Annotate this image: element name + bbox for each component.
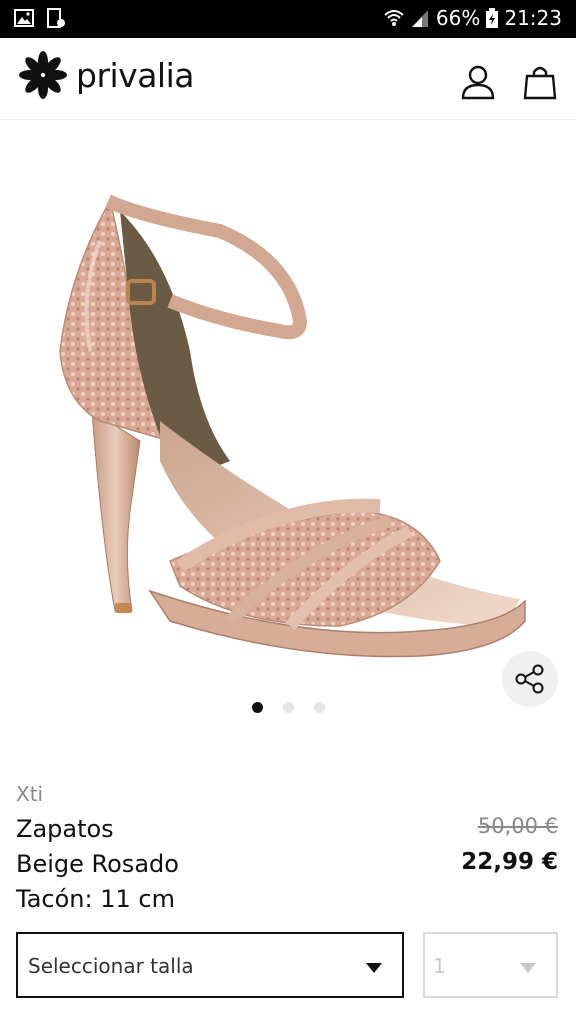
privalia-flower-logo — [19, 51, 67, 99]
sale-price: 22,99 € — [461, 849, 558, 875]
screenshot-icon — [47, 8, 65, 28]
clock: 21:23 — [504, 6, 562, 30]
size-select[interactable]: Seleccionar talla — [16, 932, 404, 998]
app-header: privalia — [0, 38, 576, 120]
user-icon — [461, 65, 495, 100]
shopping-bag-icon — [523, 66, 557, 100]
pagination-dot-2[interactable] — [282, 702, 294, 713]
share-button[interactable] — [502, 651, 558, 707]
chevron-down-icon — [366, 963, 382, 973]
logo-text: privalia — [76, 55, 195, 95]
status-bar: 66% 21:23 — [0, 0, 576, 38]
product-name-line: Zapatos — [16, 815, 114, 843]
original-price: 50,00 € — [477, 814, 558, 838]
signal-icon — [411, 10, 428, 27]
battery-icon — [486, 8, 499, 28]
product-name-line: Tacón: 11 cm — [16, 885, 175, 913]
product-name-line: Beige Rosado — [16, 850, 179, 878]
cart-button[interactable] — [522, 64, 558, 100]
image-pagination — [0, 702, 576, 713]
quantity-select[interactable]: 1 — [423, 932, 558, 998]
wifi-icon — [384, 10, 404, 26]
shoe-image — [59, 194, 526, 658]
pagination-dot-3[interactable] — [313, 702, 325, 713]
chevron-down-icon — [520, 963, 536, 973]
gallery-icon — [14, 9, 34, 27]
pagination-dot-1[interactable] — [251, 702, 263, 713]
battery-percent: 66% — [435, 6, 481, 30]
product-image[interactable] — [0, 121, 576, 741]
size-select-placeholder: Seleccionar talla — [28, 954, 194, 978]
quantity-value: 1 — [433, 954, 446, 978]
share-icon — [515, 664, 544, 694]
account-button[interactable] — [460, 64, 496, 100]
product-brand: Xti — [16, 782, 44, 806]
product-name: Zapatos Beige Rosado Tacón: 11 cm — [16, 812, 179, 917]
privalia-logo[interactable]: privalia — [18, 50, 195, 100]
